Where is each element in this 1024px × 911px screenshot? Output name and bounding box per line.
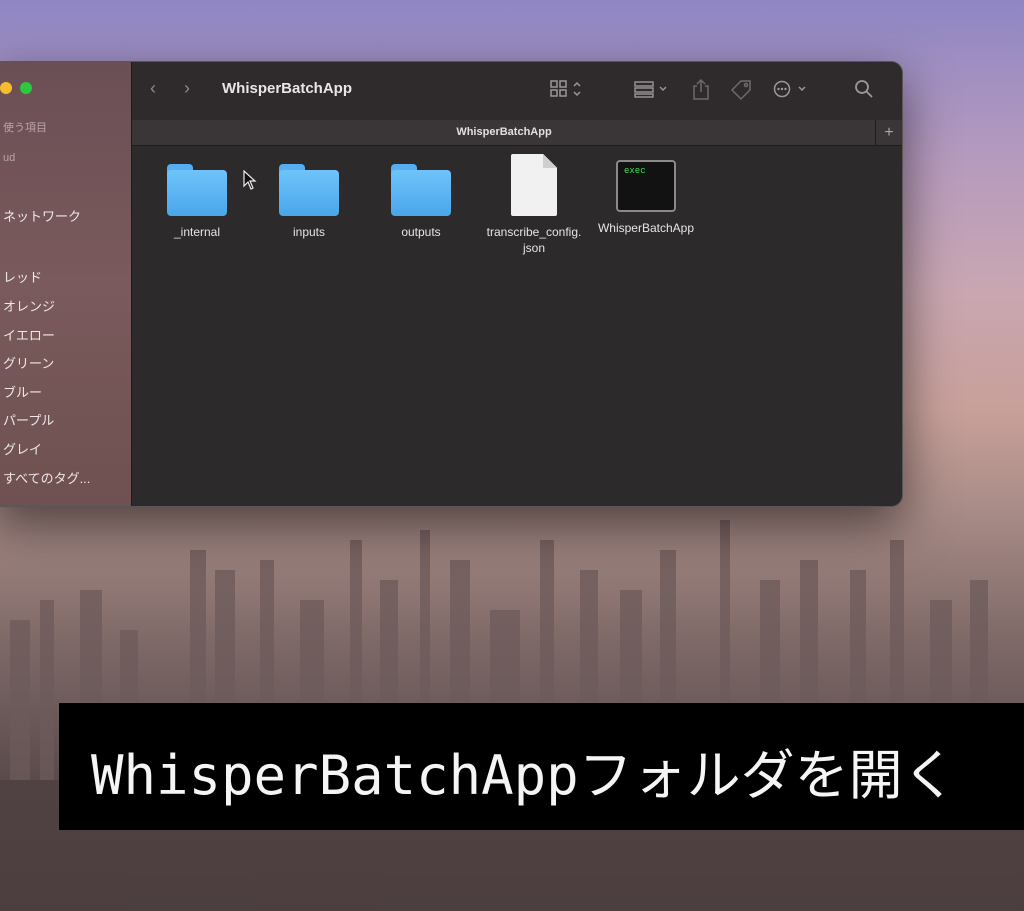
tab-whisperbatchapp[interactable]: WhisperBatchApp — [132, 126, 876, 138]
ellipsis-circle-icon[interactable] — [773, 80, 809, 103]
sidebar-tag-green[interactable]: グリーン — [3, 353, 54, 372]
new-tab-button[interactable]: + — [875, 120, 902, 145]
share-icon[interactable] — [692, 78, 710, 105]
folder-icon — [167, 164, 227, 216]
sidebar-tag-purple[interactable]: パープル — [3, 410, 54, 429]
sidebar-tag-gray[interactable]: グレイ — [3, 439, 42, 458]
mouse-cursor-icon — [243, 170, 257, 190]
sidebar-tag-all[interactable]: すべてのタグ... — [3, 468, 90, 487]
finder-window: 使う項目 ud ネットワーク レッド オレンジ イエロー グリーン ブルー パー… — [0, 61, 903, 507]
file-label: inputs — [292, 225, 326, 239]
file-item-outputs[interactable]: outputs — [366, 146, 476, 240]
zoom-button[interactable] — [20, 82, 32, 94]
terminal-exec-icon: exec — [616, 160, 676, 212]
file-item-whisperbatchapp[interactable]: exec WhisperBatchApp — [591, 146, 701, 236]
sidebar-tag-yellow[interactable]: イエロー — [3, 325, 55, 344]
minimize-button[interactable] — [0, 82, 12, 94]
chevron-right-icon[interactable]: › — [184, 78, 190, 99]
file-label: outputs — [401, 225, 441, 239]
document-icon — [511, 154, 557, 216]
file-label: transcribe_config. json — [486, 225, 582, 255]
sidebar-tag-red[interactable]: レッド — [3, 267, 42, 286]
folder-icon — [279, 164, 339, 216]
group-icon[interactable] — [634, 80, 670, 103]
file-label: _internal — [173, 225, 221, 239]
sidebar-tag-orange[interactable]: オレンジ — [3, 296, 55, 315]
tag-icon[interactable] — [730, 79, 752, 106]
exec-badge: exec — [624, 166, 646, 176]
chevron-left-icon[interactable]: ‹ — [150, 78, 156, 99]
sidebar-item-network[interactable]: ネットワーク — [3, 206, 81, 225]
folder-icon — [391, 164, 451, 216]
sidebar-section-icloud: ud — [3, 152, 16, 164]
toolbar: ‹ › WhisperBatchApp — [132, 62, 902, 121]
caption-bar: WhisperBatchAppフォルダを開く — [59, 703, 1024, 830]
sidebar: 使う項目 ud ネットワーク レッド オレンジ イエロー グリーン ブルー パー… — [0, 62, 132, 506]
file-grid: _internal inputs outputs transcribe_conf… — [132, 146, 902, 506]
file-item-internal[interactable]: _internal — [142, 146, 252, 240]
file-label: WhisperBatchApp — [597, 221, 695, 235]
caption-text: WhisperBatchAppフォルダを開く — [91, 744, 957, 807]
sidebar-section-recent: 使う項目 — [3, 122, 47, 134]
window-title: WhisperBatchApp — [222, 80, 353, 97]
search-icon[interactable] — [854, 79, 874, 104]
file-item-transcribe-config[interactable]: transcribe_config. json — [479, 146, 589, 256]
sidebar-tag-blue[interactable]: ブルー — [3, 382, 42, 401]
grid-view-icon[interactable] — [550, 80, 582, 103]
file-item-inputs[interactable]: inputs — [254, 146, 364, 240]
tab-bar: WhisperBatchApp + — [132, 120, 902, 146]
